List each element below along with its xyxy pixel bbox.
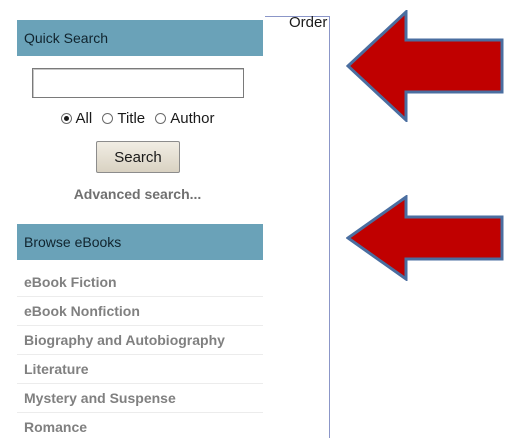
radio-all-icon[interactable] [60,113,72,124]
screenshot-stage: Quick Search All Title Author Search Adv… [0,0,507,438]
browse-item-ebook-nonfiction[interactable]: eBook Nonfiction [17,297,263,326]
scope-option-author[interactable]: Author [155,110,215,127]
search-scope-options: All Title Author [0,110,275,128]
main-content-partial-text: Order [289,14,328,31]
browse-item-ebook-fiction[interactable]: eBook Fiction [17,268,263,297]
browse-item-romance[interactable]: Romance [17,413,263,438]
browse-item-biography[interactable]: Biography and Autobiography [17,326,263,355]
advanced-search-link[interactable]: Advanced search... [0,186,275,202]
radio-title-icon[interactable] [102,113,114,124]
pointer-arrow-icon [346,195,504,281]
scope-option-title-label: Title [117,110,146,127]
pointer-arrow-icon [346,10,504,122]
scope-option-title[interactable]: Title [102,110,145,127]
quick-search-input[interactable] [32,68,244,98]
search-button[interactable]: Search [96,141,180,173]
radio-author-icon[interactable] [155,113,167,124]
scope-option-author-label: Author [170,110,215,127]
quick-search-header: Quick Search [17,20,263,56]
scope-option-all[interactable]: All [60,110,93,127]
browse-ebooks-header: Browse eBooks [17,224,263,260]
browse-item-literature[interactable]: Literature [17,355,263,384]
scope-option-all-label: All [75,110,93,127]
browse-category-list: eBook Fiction eBook Nonfiction Biography… [17,268,263,438]
browse-item-mystery[interactable]: Mystery and Suspense [17,384,263,413]
